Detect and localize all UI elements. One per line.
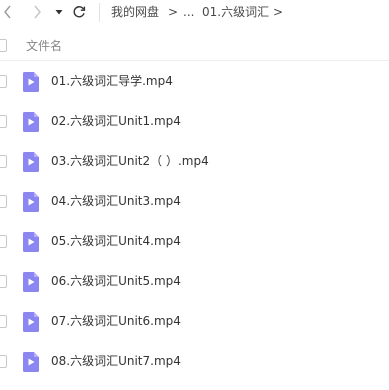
- file-name[interactable]: 08.六级词汇Unit7.mp4: [51, 353, 181, 370]
- video-file-icon: [23, 312, 39, 332]
- file-row[interactable]: 08.六级词汇Unit7.mp4: [0, 342, 389, 382]
- breadcrumb-separator: >: [168, 5, 179, 19]
- chevron-right-icon[interactable]: [29, 4, 45, 20]
- caret-down-icon[interactable]: [51, 4, 67, 20]
- row-checkbox[interactable]: [0, 315, 7, 328]
- file-name[interactable]: 04.六级词汇Unit3.mp4: [51, 193, 181, 210]
- row-checkbox[interactable]: [0, 115, 7, 128]
- toolbar-divider: [99, 3, 100, 22]
- file-name[interactable]: 01.六级词汇导学.mp4: [51, 73, 173, 90]
- file-name[interactable]: 05.六级词汇Unit4.mp4: [51, 233, 181, 250]
- video-file-icon: [23, 112, 39, 132]
- row-checkbox[interactable]: [0, 155, 7, 168]
- file-name[interactable]: 06.六级词汇Unit5.mp4: [51, 273, 181, 290]
- video-file-icon: [23, 152, 39, 172]
- file-row[interactable]: 02.六级词汇Unit1.mp4: [0, 102, 389, 142]
- refresh-icon[interactable]: [71, 4, 87, 20]
- video-file-icon: [23, 72, 39, 92]
- toolbar: 我的网盘 > ... 01.六级词汇 >: [0, 0, 389, 26]
- file-row[interactable]: 06.六级词汇Unit5.mp4: [0, 262, 389, 302]
- row-checkbox[interactable]: [0, 75, 7, 88]
- column-header-filename[interactable]: 文件名: [26, 38, 62, 54]
- video-file-icon: [23, 352, 39, 372]
- row-checkbox[interactable]: [0, 355, 7, 368]
- row-checkbox[interactable]: [0, 275, 7, 288]
- file-row[interactable]: 04.六级词汇Unit3.mp4: [0, 182, 389, 222]
- select-all-checkbox[interactable]: [0, 39, 7, 52]
- file-row[interactable]: 01.六级词汇导学.mp4: [0, 62, 389, 102]
- file-row[interactable]: 03.六级词汇Unit2（ ）.mp4: [0, 142, 389, 182]
- file-row[interactable]: 05.六级词汇Unit4.mp4: [0, 222, 389, 262]
- breadcrumb-current[interactable]: 01.六级词汇: [202, 3, 269, 21]
- chevron-left-icon[interactable]: [0, 4, 16, 20]
- video-file-icon: [23, 272, 39, 292]
- breadcrumb-ellipsis[interactable]: ...: [183, 3, 194, 21]
- row-checkbox[interactable]: [0, 235, 7, 248]
- file-name[interactable]: 07.六级词汇Unit6.mp4: [51, 313, 181, 330]
- video-file-icon: [23, 232, 39, 252]
- file-name[interactable]: 02.六级词汇Unit1.mp4: [51, 113, 181, 130]
- file-list-header: 文件名: [0, 32, 389, 61]
- video-file-icon: [23, 192, 39, 212]
- row-checkbox[interactable]: [0, 195, 7, 208]
- file-name[interactable]: 03.六级词汇Unit2（ ）.mp4: [51, 153, 209, 170]
- breadcrumb-root[interactable]: 我的网盘: [111, 3, 159, 21]
- file-row[interactable]: 07.六级词汇Unit6.mp4: [0, 302, 389, 342]
- breadcrumb-separator: >: [273, 5, 284, 19]
